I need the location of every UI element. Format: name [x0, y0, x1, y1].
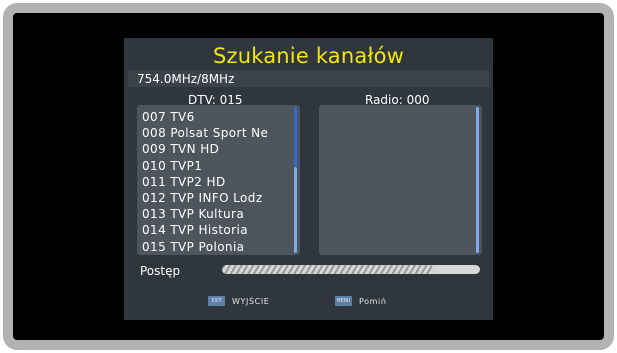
exit-key-icon: EXIT: [208, 296, 225, 306]
channel-row[interactable]: 008 Polsat Sport Ne: [142, 125, 294, 141]
channel-row[interactable]: 011 TVP2 HD: [142, 174, 294, 190]
progress-label: Postęp: [140, 264, 181, 278]
exit-label: WYJŚCIE: [232, 296, 270, 306]
frequency-readout: 754.0MHz/8MHz: [137, 72, 235, 86]
skip-button[interactable]: MENU Pomiń: [335, 295, 387, 307]
channel-search-dialog: Szukanie kanałów 754.0MHz/8MHz DTV: 015 …: [124, 38, 493, 320]
tv-list-scrollbar[interactable]: [294, 107, 297, 167]
tv-list-scrollbar-track[interactable]: [294, 167, 297, 253]
radio-list-scrollbar[interactable]: [476, 107, 479, 253]
progress-bar: [222, 265, 480, 274]
channel-row[interactable]: 015 TVP Polonia: [142, 239, 294, 255]
channel-row[interactable]: 013 TVP Kultura: [142, 206, 294, 222]
channel-row[interactable]: 009 TVN HD: [142, 141, 294, 157]
radio-channel-list[interactable]: [319, 105, 482, 255]
menu-key-icon: MENU: [335, 296, 352, 306]
progress-bar-fill: [222, 265, 434, 274]
tv-channel-entries: 007 TV6 008 Polsat Sport Ne 009 TVN HD 010 …: [142, 109, 294, 255]
dialog-title: Szukanie kanałów: [212, 44, 405, 68]
skip-label: Pomiń: [359, 296, 387, 306]
exit-button[interactable]: EXIT WYJŚCIE: [208, 295, 269, 307]
channel-row[interactable]: 007 TV6: [142, 109, 294, 125]
channel-row[interactable]: 012 TVP INFO Lodz: [142, 190, 294, 206]
channel-row[interactable]: 014 TVP Historia: [142, 222, 294, 238]
channel-row[interactable]: 010 TVP1: [142, 158, 294, 174]
